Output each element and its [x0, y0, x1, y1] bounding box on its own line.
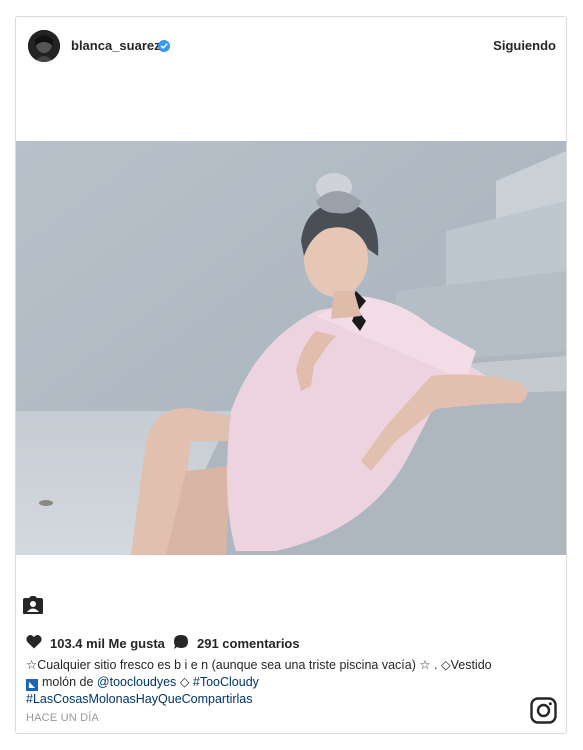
avatar[interactable]: [28, 30, 60, 62]
post-timestamp[interactable]: HACE UN DÍA: [26, 712, 99, 724]
caption-separator: ◇: [176, 675, 193, 689]
post-header: blanca_suarez Siguiendo: [16, 17, 566, 77]
verified-badge-icon: [158, 40, 170, 52]
instagram-post-card: blanca_suarez Siguiendo 103.4 mil Me gus…: [15, 16, 567, 734]
heart-icon[interactable]: [26, 634, 42, 649]
caption-line-1: ☆Cualquier sitio fresco es b i e n (aunq…: [26, 658, 492, 672]
post-photo-image: [16, 141, 566, 555]
caption-line-3: #LasCosasMolonasHayQueCompartirlas: [26, 691, 551, 708]
post-photo[interactable]: [16, 141, 566, 555]
user-tag-icon[interactable]: [22, 595, 44, 615]
following-button[interactable]: Siguiendo: [493, 38, 556, 53]
mention-link[interactable]: @toocloudyes: [97, 675, 176, 689]
comments-count-text: 291 comentarios: [197, 636, 300, 651]
likes-count-text: 103.4 mil Me gusta: [50, 636, 165, 651]
username-link[interactable]: blanca_suarez: [71, 38, 161, 53]
avatar-image: [28, 30, 60, 62]
hashtag-link[interactable]: #TooCloudy: [193, 675, 259, 689]
flag-emoji-icon: ◣: [26, 679, 38, 691]
caption-line-2: ◣ molón de @toocloudyes ◇ #TooCloudy: [26, 674, 551, 691]
caption-text: molón de: [42, 675, 97, 689]
instagram-logo-icon[interactable]: [530, 697, 557, 724]
hashtag-link[interactable]: #LasCosasMolonasHayQueCompartirlas: [26, 692, 253, 706]
comment-bubble-icon[interactable]: [173, 634, 189, 650]
post-caption: ☆Cualquier sitio fresco es b i e n (aunq…: [26, 657, 551, 708]
